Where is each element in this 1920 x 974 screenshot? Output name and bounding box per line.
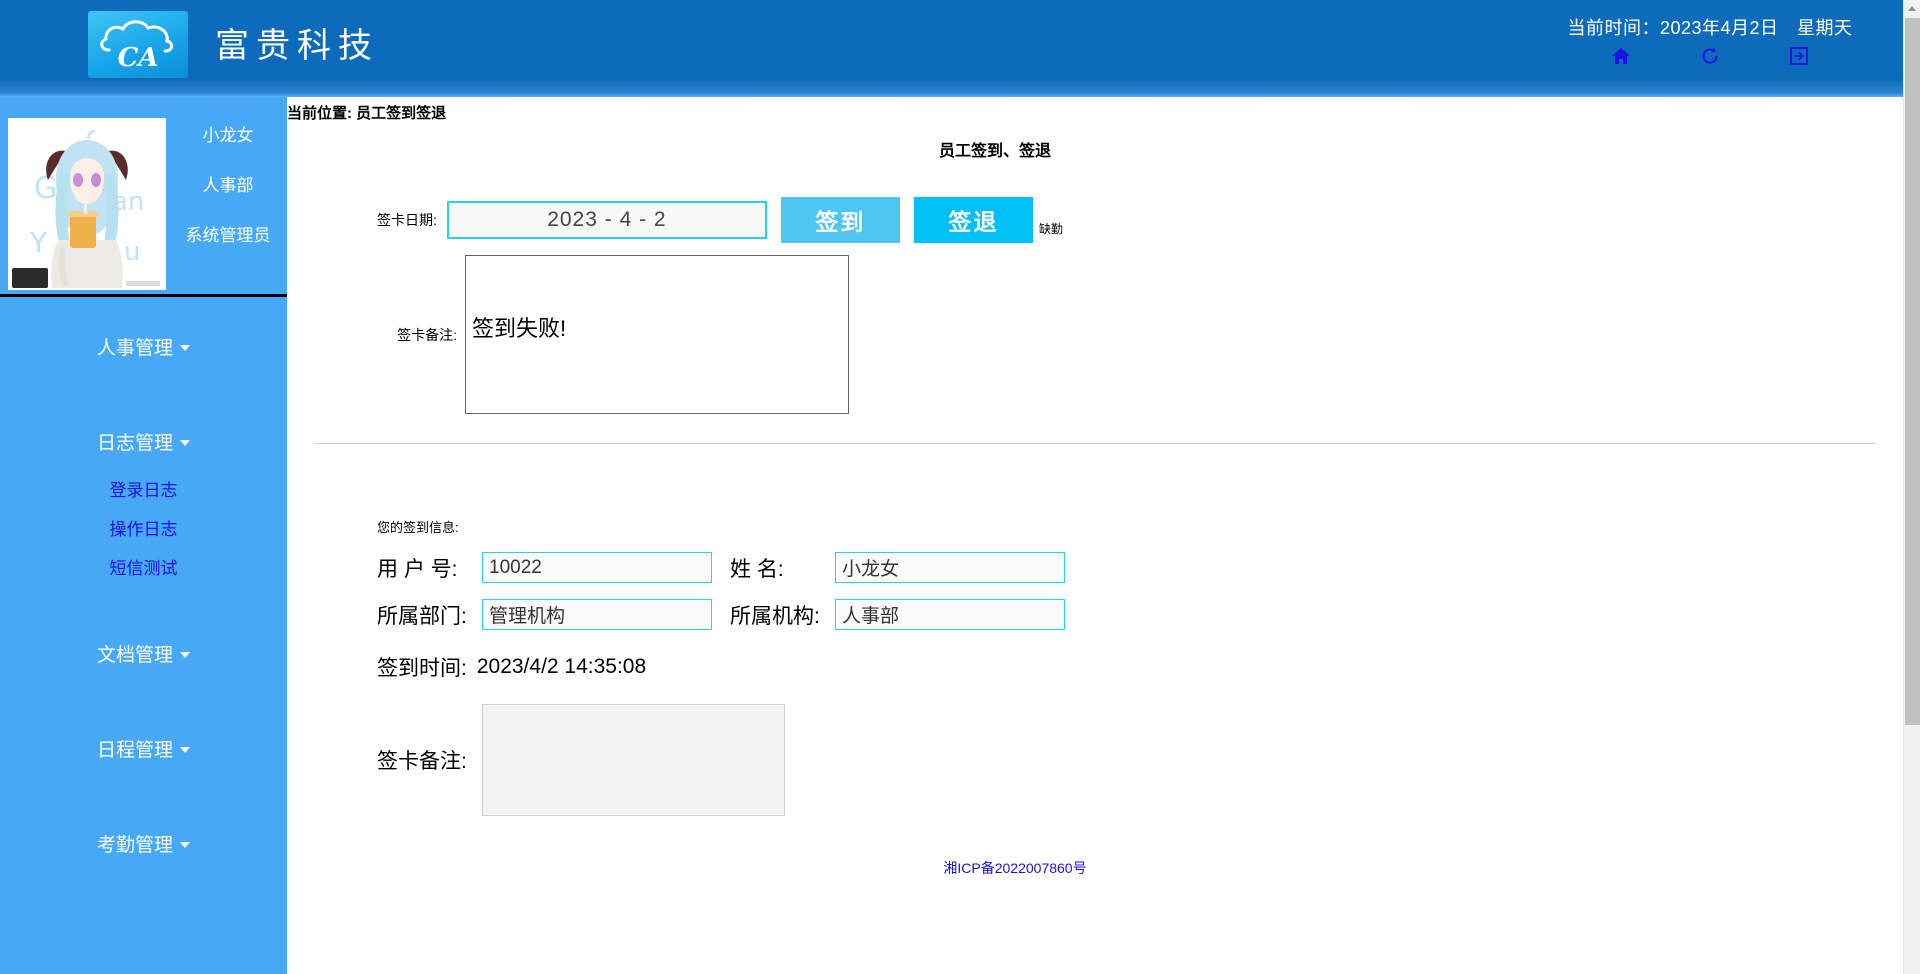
user-id-field[interactable] [482,552,712,583]
icp-link[interactable]: 湘ICP备2022007860号 [943,860,1086,876]
svg-text:u: u [124,237,140,267]
cloud-ca-logo-icon: CA [100,19,174,73]
app-logo[interactable]: CA [88,11,188,78]
nav-group-schedule: 日程管理 [0,721,287,776]
main-content: 员工签到、签退 签卡日期: 签到 签退 缺勤 签卡备注: 签到失败! 您的签到信… [287,124,1903,974]
sidebar-item-doc[interactable]: 文档管理 [0,626,287,681]
sign-in-button[interactable]: 签到 [780,197,900,243]
scrollbar-thumb[interactable] [1905,18,1920,725]
info-remark-label: 签卡备注: [377,750,467,773]
svg-text:G: G [34,171,57,206]
profile-panel: G an Y u 小龙女 人事部 系统管理员 [0,97,287,297]
sign-out-button[interactable]: 签退 [913,197,1033,243]
header-icon-group [1555,46,1865,66]
logout-icon[interactable] [1789,46,1809,66]
sign-time-value: 2023/4/2 14:35:08 [476,655,647,678]
nav-spacer-4 [0,782,287,816]
current-time-label: 当前时间：2023年4月2日 星期天 [1567,18,1853,38]
user-id-label: 用 户 号: [377,557,458,581]
profile-name: 小龙女 [202,126,254,145]
chevron-down-icon [180,439,190,446]
profile-department: 人事部 [202,175,254,195]
sign-date-label: 签卡日期: [377,212,437,228]
sidebar-item-login-log[interactable]: 登录日志 [0,469,287,508]
org-label: 所属机构: [730,604,820,628]
info-row-sign-time: 签到时间: 2023/4/2 14:35:08 [377,652,1903,682]
sidebar: G an Y u 小龙女 人事部 系统管理员 人事管理 日志管理 登录日志 操作… [0,97,287,974]
page-title: 员工签到、签退 [938,143,1051,160]
sign-date-row: 签卡日期: 签到 签退 缺勤 [377,197,1903,243]
footer: 湘ICP备2022007860号 [287,858,1903,878]
home-icon[interactable] [1611,46,1631,66]
absent-label: 缺勤 [1038,222,1063,236]
sidebar-item-doc-label: 文档管理 [96,645,173,666]
sidebar-nav: 人事管理 日志管理 登录日志 操作日志 短信测试 文档管理 日程管理 考勤管理 [0,297,287,871]
top-header: CA 富贵科技 当前时间：2023年4月2日 星期天 [0,0,1903,97]
info-row-remark: 签卡备注: [377,704,1903,816]
sidebar-item-attendance-label: 考勤管理 [96,835,173,856]
sign-time-label: 签到时间: [377,657,467,680]
name-label: 姓 名: [730,557,784,581]
sidebar-item-schedule[interactable]: 日程管理 [0,721,287,776]
sign-date-input[interactable] [446,201,767,239]
profile-role: 系统管理员 [185,225,271,245]
breadcrumb-bar: 当前位置: 员工签到签退 [287,97,1903,124]
nav-spacer-3 [0,687,287,721]
sidebar-item-log[interactable]: 日志管理 [0,414,287,469]
info-heading: 您的签到信息: [377,520,459,535]
app-root: CA 富贵科技 当前时间：2023年4月2日 星期天 G an Y u 小龙女 … [0,0,1920,974]
sidebar-item-sms-test[interactable]: 短信测试 [0,547,287,586]
section-divider [315,443,1875,444]
header-right-block: 当前时间：2023年4月2日 星期天 [1555,14,1865,66]
sidebar-item-hr-label: 人事管理 [96,338,173,359]
sidebar-item-schedule-label: 日程管理 [96,740,173,761]
sign-remark-label: 签卡备注: [397,326,457,343]
svg-text:CA: CA [118,43,159,73]
chevron-down-icon [180,651,190,658]
scroll-up-button[interactable] [1904,0,1920,17]
sign-remark-textarea[interactable]: 签到失败! [465,255,849,414]
brand-title: 富贵科技 [215,26,379,66]
refresh-icon[interactable] [1700,46,1720,66]
chevron-up-icon [1908,6,1916,11]
info-remark-textarea[interactable] [482,704,785,816]
sidebar-item-operation-log[interactable]: 操作日志 [0,508,287,547]
avatar: G an Y u [8,118,166,290]
sidebar-item-attendance[interactable]: 考勤管理 [0,816,287,871]
nav-group-attendance: 考勤管理 [0,816,287,871]
nav-group-hr: 人事管理 [0,319,287,374]
name-field[interactable] [835,552,1065,583]
sidebar-item-hr[interactable]: 人事管理 [0,319,287,374]
nav-group-doc: 文档管理 [0,626,287,681]
chevron-down-icon [180,344,190,351]
chevron-down-icon [180,841,190,848]
nav-group-log: 日志管理 登录日志 操作日志 短信测试 [0,414,287,586]
vertical-scrollbar[interactable] [1903,0,1920,974]
info-row-org: 所属部门: 所属机构: [377,599,1903,630]
svg-text:Y: Y [29,226,48,259]
sidebar-submenu-log: 登录日志 操作日志 短信测试 [0,469,287,586]
info-row-identity: 用 户 号: 姓 名: [377,552,1903,583]
department-label: 所属部门: [377,604,467,628]
chevron-down-icon [180,746,190,753]
breadcrumb: 当前位置: 员工签到签退 [287,105,447,122]
profile-meta: 小龙女 人事部 系统管理员 [178,125,278,248]
org-field[interactable] [835,599,1065,630]
sign-remark-row: 签卡备注: 签到失败! [377,255,1903,414]
nav-spacer-2 [0,592,287,626]
department-field[interactable] [482,599,712,630]
nav-spacer-1 [0,380,287,414]
sidebar-item-log-label: 日志管理 [96,433,173,454]
